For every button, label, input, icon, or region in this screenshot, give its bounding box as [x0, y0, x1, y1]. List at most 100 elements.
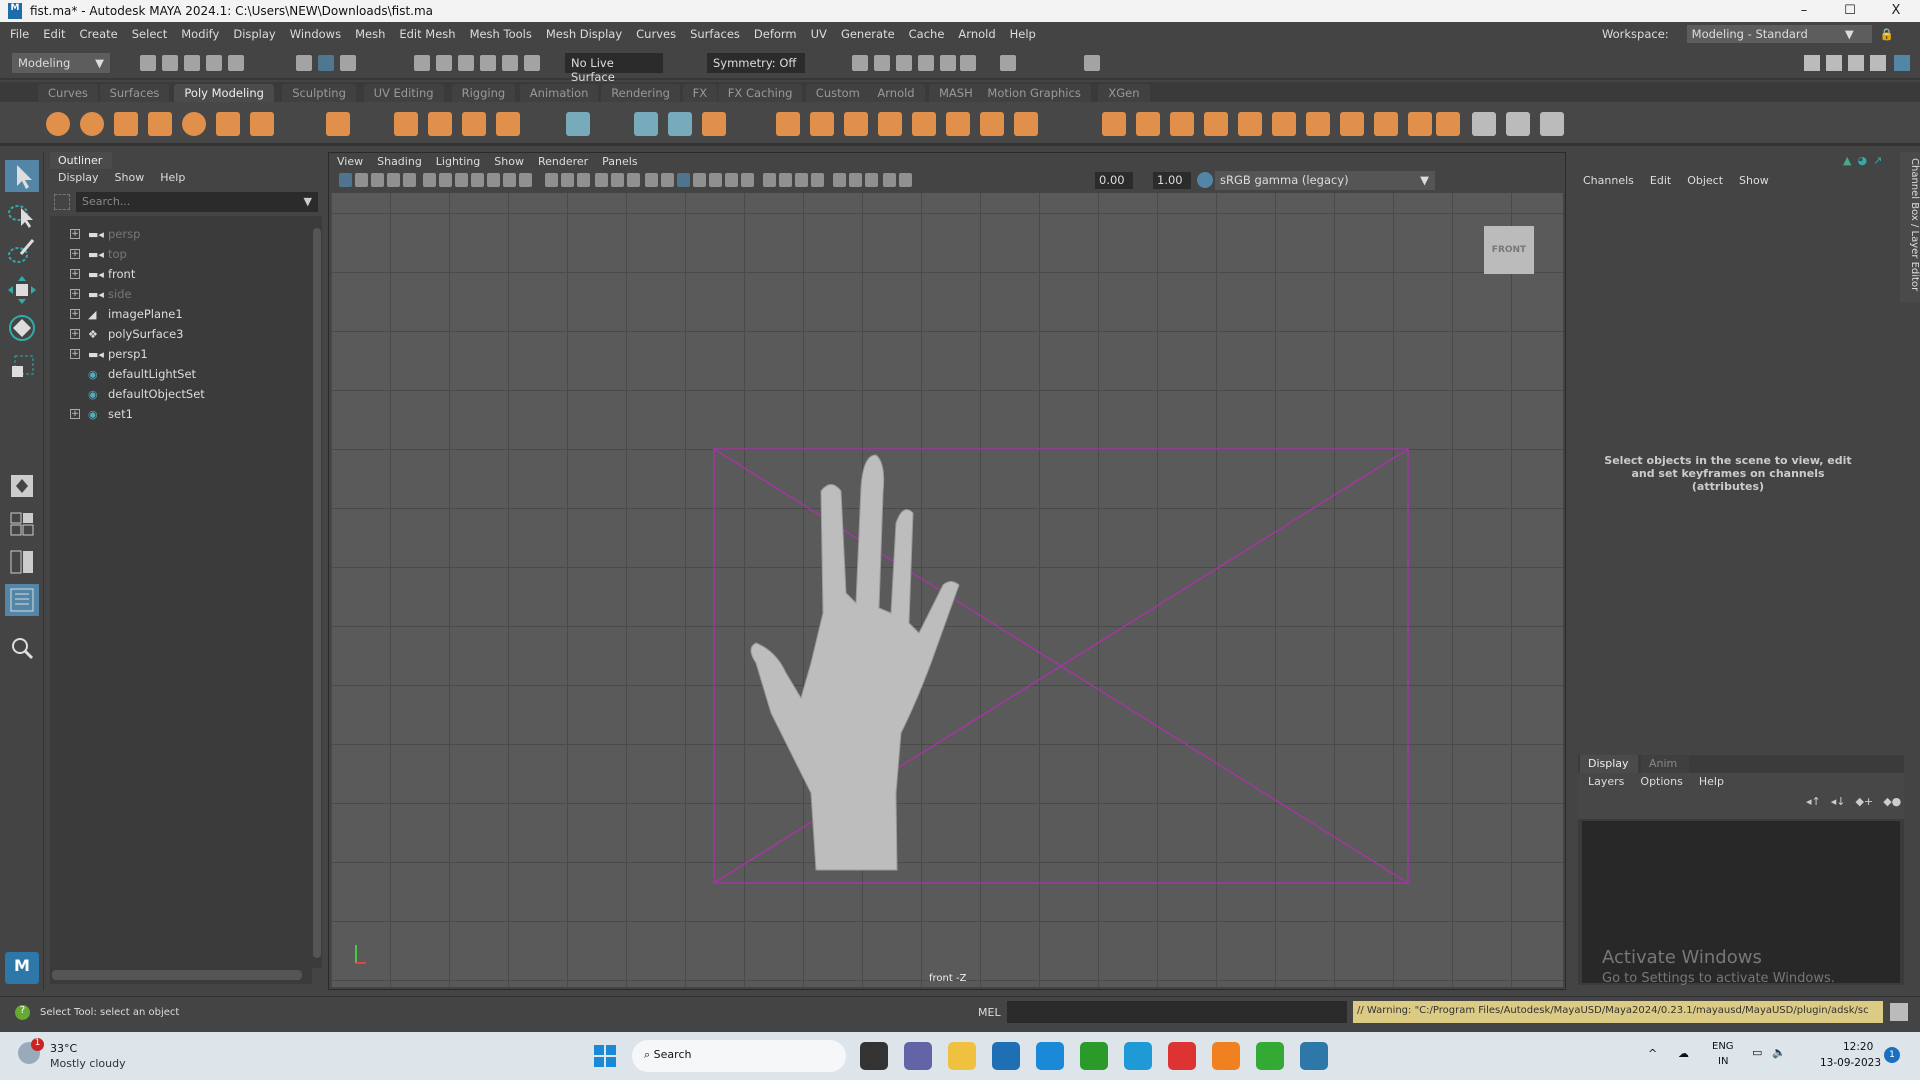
poly-sphere-icon[interactable] — [46, 112, 70, 136]
viewport-tool-icon[interactable] — [611, 173, 624, 187]
edit-edge-flow-icon[interactable] — [1540, 112, 1564, 136]
viewport-tool-icon[interactable] — [503, 173, 516, 187]
smooth-brush-icon[interactable] — [1506, 112, 1530, 136]
shelf-tab-uv-editing[interactable]: UV Editing — [363, 84, 444, 102]
paint-select-tool-icon[interactable] — [5, 236, 39, 268]
weather-temp[interactable]: 33°C — [50, 1042, 77, 1055]
remesh-icon[interactable] — [1014, 112, 1038, 136]
menu-arnold[interactable]: Arnold — [958, 27, 995, 41]
snap-grid-icon[interactable] — [414, 55, 430, 71]
command-input[interactable] — [1007, 1001, 1347, 1023]
exposure-field[interactable]: 0.00 — [1095, 172, 1133, 189]
3d-view[interactable]: FRONT front -Z — [331, 193, 1563, 987]
reduce-icon[interactable] — [980, 112, 1004, 136]
menu-file[interactable]: File — [10, 27, 29, 41]
four-view-layout-icon[interactable] — [5, 508, 39, 540]
menu-mesh-display[interactable]: Mesh Display — [546, 27, 622, 41]
relax-icon[interactable] — [1472, 112, 1496, 136]
shelf-tab-animation[interactable]: Animation — [519, 84, 599, 102]
attribute-editor-toggle-icon[interactable]: ◕ — [1857, 154, 1867, 167]
poly-cylinder-icon[interactable] — [114, 112, 138, 136]
extrude-icon[interactable] — [1136, 112, 1160, 136]
mail-icon[interactable] — [1036, 1042, 1064, 1070]
viewport-tool-icon[interactable] — [423, 173, 436, 187]
channel-box-icon[interactable] — [1894, 55, 1910, 71]
sculpt-icon[interactable] — [1436, 112, 1460, 136]
render-frame-icon[interactable] — [852, 55, 868, 71]
expand-icon[interactable]: + — [70, 329, 80, 339]
move-layer-up-icon[interactable]: ◂↑ — [1806, 795, 1821, 808]
outliner-tab[interactable]: Outliner — [50, 152, 112, 169]
tracking-icon[interactable] — [702, 112, 726, 136]
shelf-tab-arnold[interactable]: Arnold — [867, 84, 925, 102]
layer-menu-layers[interactable]: Layers — [1588, 775, 1624, 788]
viewport-tool-icon[interactable] — [811, 173, 824, 187]
layer-tab-anim[interactable]: Anim — [1641, 755, 1689, 773]
chrome-profile-icon[interactable] — [1256, 1042, 1284, 1070]
save-scene-icon[interactable] — [184, 55, 200, 71]
layer-menu-help[interactable]: Help — [1699, 775, 1724, 788]
gamma-field[interactable]: 1.00 — [1153, 172, 1191, 189]
menu-help[interactable]: Help — [1010, 27, 1036, 41]
viewport-menu-panels[interactable]: Panels — [602, 155, 637, 168]
weather-desc[interactable]: Mostly cloudy — [50, 1057, 126, 1070]
add-divisions-icon[interactable] — [1238, 112, 1262, 136]
shelf-tab-rigging[interactable]: Rigging — [451, 84, 516, 102]
bevel-tool-icon[interactable] — [668, 112, 692, 136]
layer-menu-options[interactable]: Options — [1640, 775, 1682, 788]
outliner-item[interactable]: + ◉ set1 — [50, 404, 300, 424]
viewport-tool-icon[interactable] — [661, 173, 674, 187]
outliner-item[interactable]: + ▬◂ side — [50, 284, 300, 304]
super-shape-icon[interactable] — [394, 112, 418, 136]
outliner-item[interactable]: +◉defaultObjectSet — [50, 384, 300, 404]
single-perspective-layout-icon[interactable] — [5, 470, 39, 502]
persp-outliner-layout-icon[interactable] — [5, 546, 39, 578]
separate-icon[interactable] — [810, 112, 834, 136]
start-icon[interactable] — [594, 1045, 616, 1067]
clock-time[interactable]: 12:20 — [1843, 1041, 1873, 1053]
poly-cube-icon[interactable] — [80, 112, 104, 136]
attribute-editor-icon[interactable] — [1848, 55, 1864, 71]
maya-home-icon[interactable]: M — [5, 952, 39, 984]
shelf-tab-surfaces[interactable]: Surfaces — [99, 84, 170, 102]
svg-icon[interactable] — [496, 112, 520, 136]
viewport-tool-icon[interactable] — [833, 173, 846, 187]
microsoft-store-icon[interactable] — [992, 1042, 1020, 1070]
viewport-tool-icon[interactable] — [519, 173, 532, 187]
channel-box-side-tab[interactable]: Channel Box / Layer Editor — [1900, 152, 1920, 302]
viewport-tool-icon[interactable] — [545, 173, 558, 187]
render-settings-icon[interactable] — [918, 55, 934, 71]
menu-mesh[interactable]: Mesh — [355, 27, 385, 41]
search-icon[interactable] — [5, 632, 39, 664]
onedrive-icon[interactable]: ☁ — [1678, 1047, 1689, 1060]
connect-icon[interactable] — [1374, 112, 1398, 136]
outliner-menu-help[interactable]: Help — [160, 171, 185, 184]
menu-mesh-tools[interactable]: Mesh Tools — [470, 27, 532, 41]
script-editor-icon[interactable] — [1890, 1003, 1908, 1021]
channel-menu-edit[interactable]: Edit — [1650, 174, 1671, 187]
viewport-tool-icon[interactable] — [471, 173, 484, 187]
insert-edge-loop-icon[interactable] — [1272, 112, 1296, 136]
network-icon[interactable]: ▭ — [1752, 1046, 1762, 1059]
select-tool-icon[interactable] — [5, 160, 39, 192]
viewport-tool-icon[interactable] — [455, 173, 468, 187]
bevel-icon[interactable] — [1204, 112, 1228, 136]
poly-torus-icon[interactable] — [182, 112, 206, 136]
render-sequence-icon[interactable] — [874, 55, 890, 71]
new-layer-icon[interactable]: ◆+ — [1856, 795, 1874, 808]
pause-icon[interactable] — [1000, 55, 1016, 71]
menu-generate[interactable]: Generate — [841, 27, 895, 41]
menu-create[interactable]: Create — [80, 27, 118, 41]
viewport-tool-icon[interactable] — [779, 173, 792, 187]
viewport-tool-icon[interactable] — [741, 173, 754, 187]
outliner-menu-display[interactable]: Display — [58, 171, 99, 184]
poly-cone-icon[interactable] — [148, 112, 172, 136]
outliner-item[interactable]: + ▬◂ top — [50, 244, 300, 264]
smooth-icon[interactable] — [946, 112, 970, 136]
extract-icon[interactable] — [844, 112, 868, 136]
chrome-icon[interactable] — [1168, 1042, 1196, 1070]
viewport-tool-icon[interactable] — [627, 173, 640, 187]
chart-app-icon[interactable] — [1080, 1042, 1108, 1070]
hypershade-icon[interactable] — [940, 55, 956, 71]
menu-edit-mesh[interactable]: Edit Mesh — [399, 27, 455, 41]
